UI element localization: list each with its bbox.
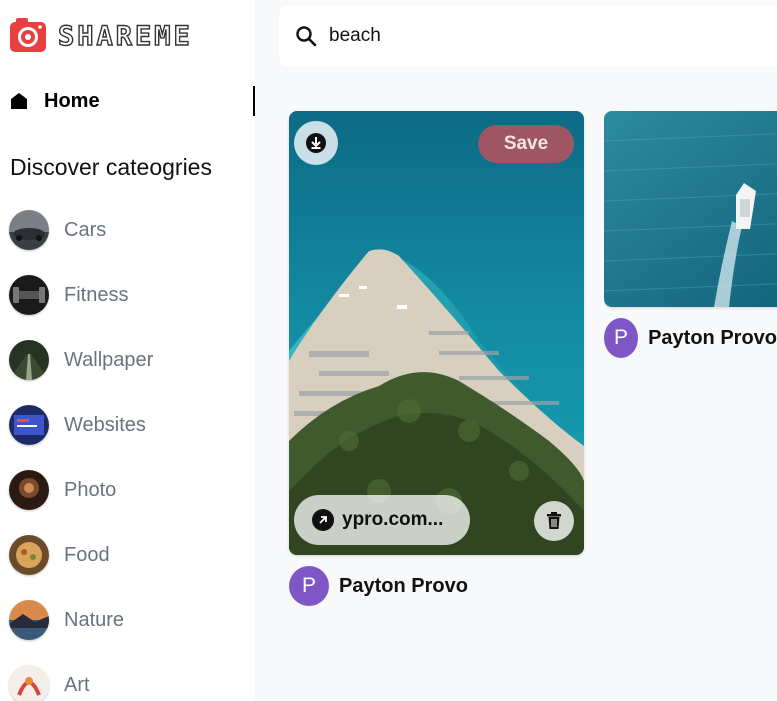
category-thumbnail	[9, 340, 49, 380]
beach-photo	[289, 111, 584, 555]
sidebar-item-home[interactable]: Home	[10, 86, 255, 116]
category-thumbnail	[9, 665, 49, 701]
sidebar-item-photo[interactable]: Photo	[9, 470, 153, 510]
pin-author[interactable]: P Payton Provo	[604, 318, 777, 358]
search-icon	[296, 26, 317, 47]
category-label: Cars	[64, 218, 107, 241]
category-label: Wallpaper	[64, 348, 154, 371]
arrow-up-right-icon	[312, 509, 334, 531]
sidebar-item-nature[interactable]: Nature	[9, 600, 153, 640]
category-label: Food	[64, 543, 110, 566]
download-button[interactable]	[294, 121, 338, 165]
category-thumbnail	[9, 405, 49, 445]
save-button[interactable]: Save	[478, 125, 574, 163]
category-label: Nature	[64, 608, 125, 631]
logo-text: SHAREME	[57, 20, 193, 52]
search-bar[interactable]	[279, 6, 777, 66]
pin-author[interactable]: P Payton Provo	[289, 566, 584, 606]
download-icon	[306, 133, 326, 153]
author-name: Payton Provo	[339, 574, 468, 597]
delete-button[interactable]	[534, 501, 574, 541]
sidebar: SHAREME Home Discover cateogries Cars Fi…	[0, 0, 255, 701]
category-label: Fitness	[64, 283, 129, 306]
category-label: Photo	[64, 478, 117, 501]
category-label: Websites	[64, 413, 146, 436]
trash-icon	[547, 512, 561, 529]
sidebar-item-art[interactable]: Art	[9, 665, 153, 701]
sea-boat-photo	[604, 111, 777, 307]
category-label: Art	[64, 673, 90, 696]
author-name: Payton Provo	[648, 326, 777, 349]
sidebar-item-label: Home	[44, 89, 100, 112]
category-list: Cars Fitness Wallpaper Websites Photo Fo…	[9, 210, 153, 701]
sidebar-item-fitness[interactable]: Fitness	[9, 275, 153, 315]
category-thumbnail	[9, 600, 49, 640]
category-thumbnail	[9, 275, 49, 315]
category-thumbnail	[9, 470, 49, 510]
source-link-text: ypro.com...	[342, 509, 444, 530]
sidebar-item-cars[interactable]: Cars	[9, 210, 153, 250]
avatar: P	[604, 318, 639, 358]
discover-categories-heading: Discover cateogries	[10, 154, 212, 180]
category-thumbnail	[9, 535, 49, 575]
category-thumbnail	[9, 210, 49, 250]
camera-logo-icon	[8, 16, 48, 56]
pin-card[interactable]: Save ypro.com... P Payton Provo	[289, 111, 584, 606]
source-link[interactable]: ypro.com...	[294, 495, 470, 545]
logo[interactable]: SHAREME	[8, 16, 193, 56]
pin-image[interactable]: Save ypro.com...	[289, 111, 584, 555]
home-icon	[11, 93, 27, 109]
pin-card[interactable]: P Payton Provo	[604, 111, 777, 358]
active-indicator	[253, 86, 255, 116]
pin-image[interactable]	[604, 111, 777, 307]
sidebar-item-wallpaper[interactable]: Wallpaper	[9, 340, 153, 380]
avatar: P	[289, 566, 329, 606]
search-input[interactable]	[329, 25, 749, 47]
sidebar-item-food[interactable]: Food	[9, 535, 153, 575]
sidebar-item-websites[interactable]: Websites	[9, 405, 153, 445]
